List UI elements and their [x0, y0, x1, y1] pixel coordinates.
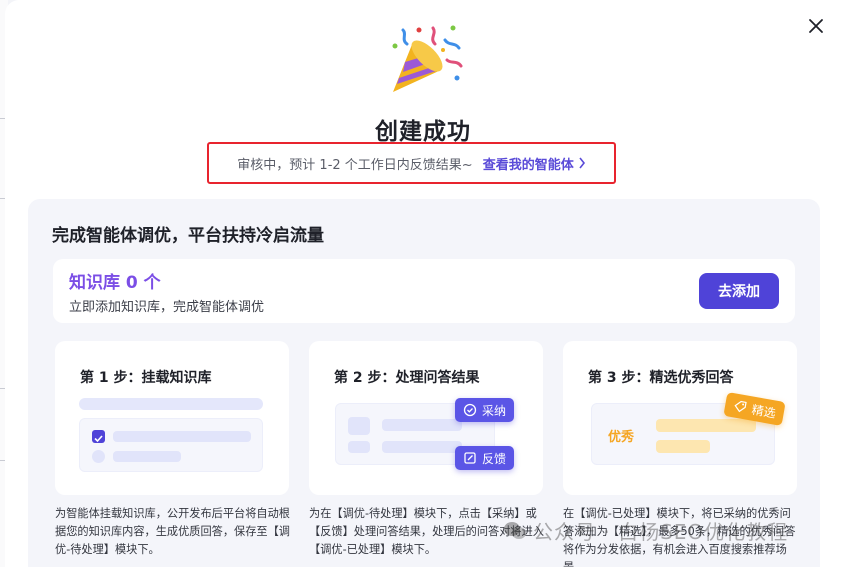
success-dialog: 创建成功 审核中，预计 1-2 个工作日内反馈结果~ 查看我的智能体 完成智能体… — [5, 0, 841, 567]
accept-chip-label: 采纳 — [482, 403, 507, 418]
edit-icon — [464, 452, 476, 464]
accept-chip: 采纳 — [455, 398, 515, 422]
feedback-chip-label: 反馈 — [482, 451, 507, 466]
review-status-text: 审核中，预计 1-2 个工作日内反馈结果~ — [237, 157, 473, 173]
checkbox-checked-icon — [92, 430, 105, 443]
feedback-chip: 反馈 — [455, 446, 515, 470]
step-title: 第 2 步：处理问答结果 — [334, 370, 480, 386]
step-title: 第 1 步：挂载知识库 — [80, 370, 212, 386]
watermark-text: 公众号 · 白杨SEO优化教程 — [533, 520, 789, 544]
tuning-panel: 完成智能体调优，平台扶持冷启流量 知识库 0 个 立即添加知识库，完成智能体调优… — [28, 199, 820, 567]
illustration-list — [79, 418, 263, 472]
dialog-title: 创建成功 — [375, 119, 471, 145]
chevron-right-icon — [579, 157, 585, 169]
close-icon — [809, 19, 823, 33]
excellent-label: 优秀 — [608, 430, 635, 445]
knowledge-base-count: 知识库 0 个 — [69, 273, 161, 293]
featured-chip-label: 精选 — [750, 402, 777, 421]
party-popper-icon — [392, 25, 463, 92]
step-1-description: 为智能体挂载知识库，公开发布后平台将自动根据您的知识库内容，生成优质回答，保存至… — [55, 507, 290, 556]
knowledge-base-subtitle: 立即添加知识库，完成智能体调优 — [69, 300, 265, 315]
add-knowledge-base-button[interactable]: 去添加 — [699, 273, 779, 309]
step-title: 第 3 步：精选优秀回答 — [588, 370, 734, 386]
wechat-icon — [504, 521, 526, 539]
knowledge-base-card: 知识库 0 个 立即添加知识库，完成智能体调优 去添加 — [53, 259, 795, 323]
step-card-3: 第 3 步：精选优秀回答 优秀 精选 — [563, 341, 797, 495]
review-status-highlight: 审核中，预计 1-2 个工作日内反馈结果~ 查看我的智能体 — [207, 142, 616, 184]
step-card-1: 第 1 步：挂载知识库 — [55, 341, 289, 495]
view-my-agents-link[interactable]: 查看我的智能体 — [483, 154, 586, 173]
watermark: 公众号 · 白杨SEO优化教程 — [503, 516, 788, 545]
step-card-2: 第 2 步：处理问答结果 采纳 反馈 — [309, 341, 543, 495]
illustration-bar — [79, 398, 263, 410]
view-my-agents-label: 查看我的智能体 — [482, 157, 574, 173]
check-circle-icon — [463, 403, 477, 417]
tag-icon — [734, 400, 747, 413]
checkbox-unchecked-icon — [92, 450, 105, 463]
panel-title: 完成智能体调优，平台扶持冷启流量 — [52, 226, 324, 246]
close-button[interactable] — [805, 15, 827, 37]
